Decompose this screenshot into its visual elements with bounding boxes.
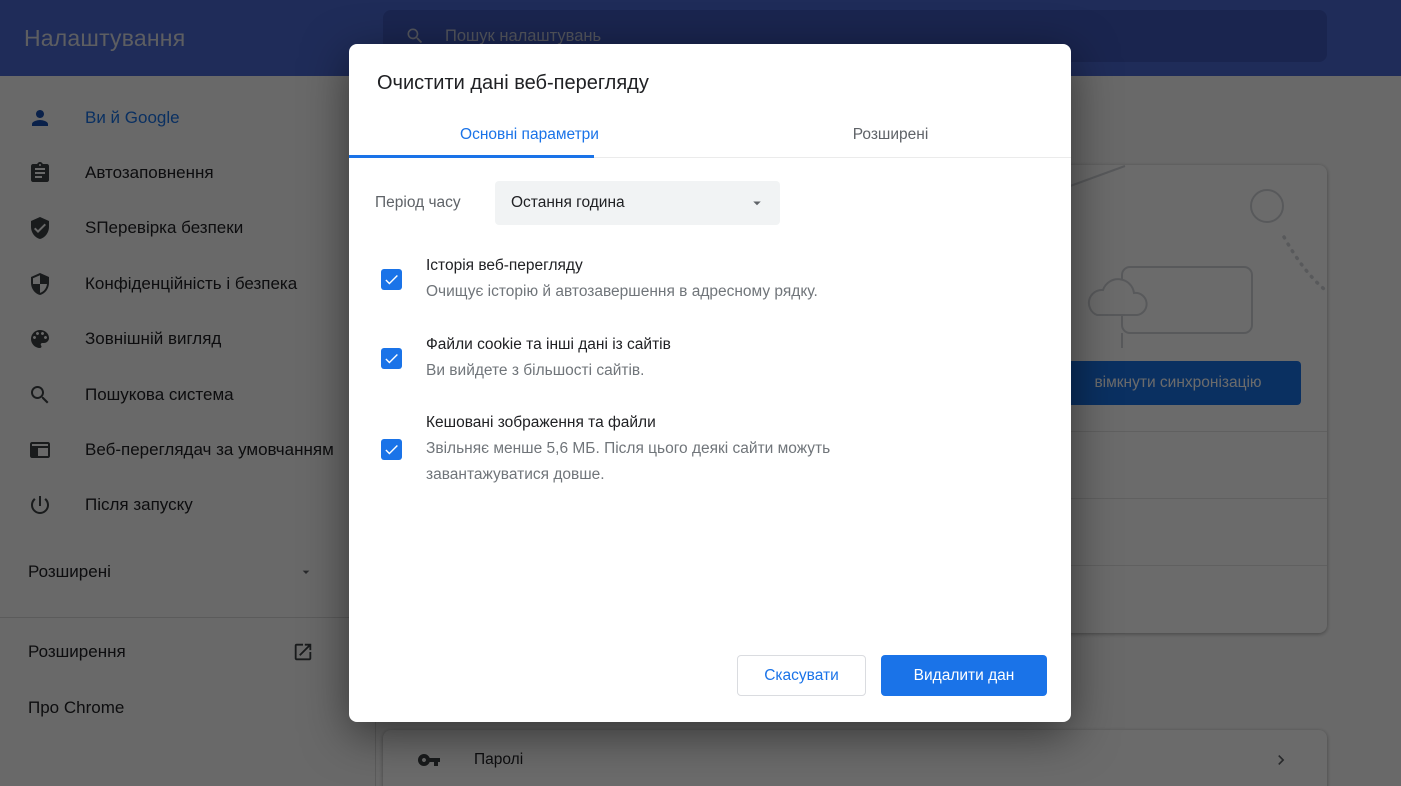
checkbox-title: Історія веб-перегляду	[426, 253, 926, 279]
check-icon	[383, 271, 400, 288]
checkbox-title: Кешовані зображення та файли	[426, 410, 926, 436]
time-range-label: Період часу	[375, 194, 461, 212]
check-icon	[383, 350, 400, 367]
dialog-tabs: Основні параметри Розширені	[349, 112, 1071, 158]
chrome-settings-page: Налаштування Ви й Google Автозаповнення …	[0, 0, 1401, 786]
checkbox-checked[interactable]	[381, 269, 402, 290]
checkbox-description: Звільняє менше 5,6 МБ. Після цього деякі…	[426, 436, 926, 488]
checkbox-checked[interactable]	[381, 348, 402, 369]
clear-browsing-data-dialog: Очистити дані веб-перегляду Основні пара…	[349, 44, 1071, 722]
caret-down-icon	[748, 194, 766, 212]
active-tab-indicator	[349, 155, 594, 158]
checkbox-description: Ви вийдете з більшості сайтів.	[426, 358, 926, 384]
cancel-button[interactable]: Скасувати	[737, 655, 866, 696]
clear-data-button[interactable]: Видалити дан	[881, 655, 1047, 696]
checkbox-row-cookies[interactable]: Файли cookie та інші дані із сайтів Ви в…	[381, 332, 926, 384]
tab-advanced[interactable]: Розширені	[710, 112, 1071, 157]
checkbox-description: Очищує історію й автозавершення в адресн…	[426, 279, 926, 305]
tab-basic[interactable]: Основні параметри	[349, 112, 710, 157]
time-range-value: Остання година	[511, 194, 748, 212]
checkbox-row-browsing-history[interactable]: Історія веб-перегляду Очищує історію й а…	[381, 253, 926, 305]
checkbox-title: Файли cookie та інші дані із сайтів	[426, 332, 926, 358]
dialog-footer: Скасувати Видалити дан	[737, 655, 1047, 696]
check-icon	[383, 441, 400, 458]
checkbox-checked[interactable]	[381, 439, 402, 460]
time-range-select[interactable]: Остання година	[495, 181, 780, 225]
checkbox-row-cached-files[interactable]: Кешовані зображення та файли Звільняє ме…	[381, 410, 926, 488]
time-range-row: Період часу	[375, 181, 461, 225]
dialog-title: Очистити дані веб-перегляду	[377, 72, 649, 95]
